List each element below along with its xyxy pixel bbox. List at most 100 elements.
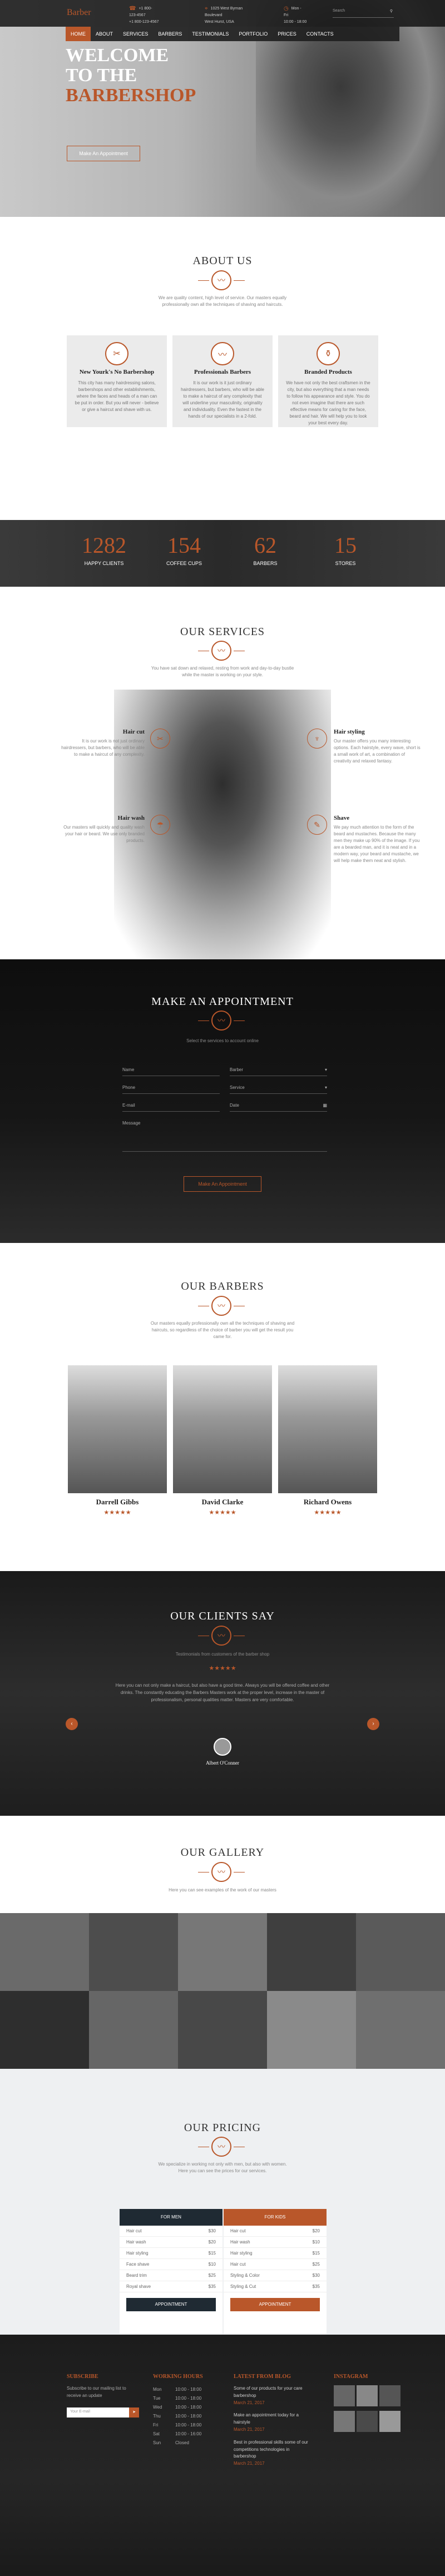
site-logo[interactable]: Barber [67, 8, 91, 18]
instagram-photo[interactable] [379, 2385, 400, 2406]
nav-item-home[interactable]: HOME [66, 27, 91, 41]
about-card-text: It is our work is it just ordinary haird… [181, 380, 264, 419]
testimonial-quote: Here you can not only make a haircut, bu… [115, 1683, 330, 1702]
price-appointment-button[interactable]: APPOINTMENT [126, 2298, 216, 2311]
nav-item-portfolio[interactable]: PORTFOLIO [234, 27, 273, 41]
services-title: OUR SERVICES [180, 626, 265, 638]
prev-arrow[interactable]: ‹ [66, 1718, 78, 1730]
hours-day: Thu [153, 2414, 161, 2419]
service-price: $15 [312, 2251, 320, 2256]
header-search[interactable]: Search ⚲ [333, 9, 394, 18]
nav-item-about[interactable]: ABOUT [91, 27, 118, 41]
phone-field[interactable]: Phone [122, 1083, 220, 1094]
name-field[interactable]: Name [122, 1065, 220, 1076]
mustache-icon: 〰 [211, 342, 234, 365]
gallery-item[interactable] [178, 1991, 267, 2069]
hours-time: 10:00 - 18:00 [175, 2414, 202, 2419]
service-name: Hair cut [230, 2228, 246, 2233]
hero-appointment-button[interactable]: Make An Appointment [67, 146, 140, 161]
footer-hours: WORKING HOURS Mon 10:00 - 18:00 Tue 10:00 … [153, 2374, 220, 2448]
mustache-icon: 〰 [211, 1862, 231, 1882]
about-title: ABOUT US [192, 255, 253, 267]
hero-title-line1: WELCOME [66, 45, 169, 66]
service-name: Hair styling [126, 2251, 149, 2256]
gallery-item[interactable] [356, 1913, 445, 1991]
price-appointment-button[interactable]: APPOINTMENT [230, 2298, 320, 2311]
counter-label: HAPPY CLIENTS [84, 561, 124, 566]
gallery-item[interactable] [89, 1991, 178, 2069]
hours-time: 10:00 - 18:00 [175, 2396, 202, 2401]
gallery-item[interactable] [178, 1913, 267, 1991]
blog-post-title[interactable]: Best in professional skills some of our … [234, 2439, 312, 2460]
service-price: $30 [208, 2228, 216, 2233]
blog-post-title[interactable]: Some of our products for your care barbe… [234, 2385, 312, 2400]
razor-icon: ✂ [105, 342, 128, 365]
service-title: Shave [334, 815, 350, 821]
price-row: Beard trim $25 [120, 2270, 222, 2281]
gallery-item[interactable] [267, 1991, 356, 2069]
price-card-head: FOR MEN [120, 2209, 222, 2226]
nav-item-testimonials[interactable]: TESTIMONIALS [187, 27, 234, 41]
nav-item-services[interactable]: SERVICES [118, 27, 153, 41]
service-price: $30 [312, 2273, 320, 2278]
next-arrow[interactable]: › [367, 1718, 379, 1730]
gallery-item[interactable] [356, 1991, 445, 2069]
blog-post-title[interactable]: Make an appointment today for a hairstyl… [234, 2412, 312, 2426]
pricing-divider: 〰 [198, 2137, 245, 2157]
instagram-photo[interactable] [334, 2411, 355, 2432]
divider-line [234, 280, 245, 281]
barber-select[interactable]: Barber ▾ [230, 1065, 327, 1076]
subscribe-email-input[interactable]: Your E-mail ➤ [67, 2407, 139, 2418]
pricing-intro: We specialize in working not only with m… [158, 2162, 287, 2173]
service-name: Face shave [126, 2262, 150, 2267]
date-field[interactable]: Date ▦ [230, 1101, 327, 1112]
service-price: $10 [312, 2240, 320, 2245]
hours-row: Fri 10:00 - 18:00 [153, 2421, 220, 2430]
service-select[interactable]: Service ▾ [230, 1083, 327, 1094]
phone-line-2: +1 800-123-4567 [129, 20, 159, 24]
instagram-photo[interactable] [357, 2411, 378, 2432]
nav-item-contacts[interactable]: CONTACTS [301, 27, 339, 41]
appointment-submit-button[interactable]: Make An Appointment [184, 1176, 261, 1192]
footer-instagram: INSTAGRAM [334, 2374, 406, 2436]
pricing-section: OUR PRICING 〰 We specialize in working n… [0, 2069, 445, 2335]
search-icon[interactable]: ⚲ [390, 9, 393, 13]
hours-time: 10:00 - 18:00 [175, 2423, 202, 2428]
footer-blog: LATEST FROM BLOG Some of our products fo… [234, 2374, 312, 2468]
service-name: Hair wash [126, 2240, 146, 2245]
counter-stores: 15 STORES [304, 532, 387, 566]
appointment-subtitle: Select the services to account online [186, 1038, 259, 1043]
blog-post[interactable]: Some of our products for your care barbe… [234, 2385, 312, 2406]
email-field[interactable]: E-mail [122, 1101, 220, 1112]
gallery-item[interactable] [267, 1913, 356, 1991]
nav-item-prices[interactable]: PRICES [273, 27, 301, 41]
blog-post-date: March 21, 2017 [234, 2400, 265, 2405]
price-row: Face shave $10 [120, 2259, 222, 2270]
nav-item-barbers[interactable]: BARBERS [153, 27, 187, 41]
barber-rating: ★★★★★ [209, 1509, 236, 1516]
services-model-image [114, 690, 331, 959]
gallery-item[interactable] [0, 1991, 89, 2069]
footer-subscribe: SUBSCRIBE Subscribe to our mailing list … [67, 2374, 139, 2418]
service-text: Our master offers you many interesting o… [334, 739, 421, 764]
gallery-item[interactable] [0, 1913, 89, 1991]
mustache-icon: 〰 [211, 270, 231, 290]
gallery-item[interactable] [89, 1913, 178, 1991]
blog-post[interactable]: Make an appointment today for a hairstyl… [234, 2412, 312, 2433]
instagram-photo[interactable] [334, 2385, 355, 2406]
counter-value: 62 [254, 533, 276, 558]
service-name: Royal shave [126, 2284, 151, 2289]
instagram-title: INSTAGRAM [334, 2374, 368, 2380]
blog-post[interactable]: Best in professional skills some of our … [234, 2439, 312, 2468]
author-avatar [214, 1738, 231, 1756]
message-field[interactable]: Message [122, 1118, 327, 1152]
instagram-photo[interactable] [379, 2411, 400, 2432]
service-price: $20 [208, 2240, 216, 2245]
gallery-title: OUR GALLERY [180, 1846, 265, 1859]
hours-title: WORKING HOURS [153, 2374, 203, 2380]
gallery-intro: Here you can see examples of the work of… [169, 1888, 276, 1893]
instagram-photo[interactable] [357, 2385, 378, 2406]
barbers-divider: 〰 [198, 1296, 245, 1316]
barbers-title: OUR BARBERS [181, 1280, 264, 1292]
send-icon[interactable]: ➤ [129, 2407, 139, 2418]
